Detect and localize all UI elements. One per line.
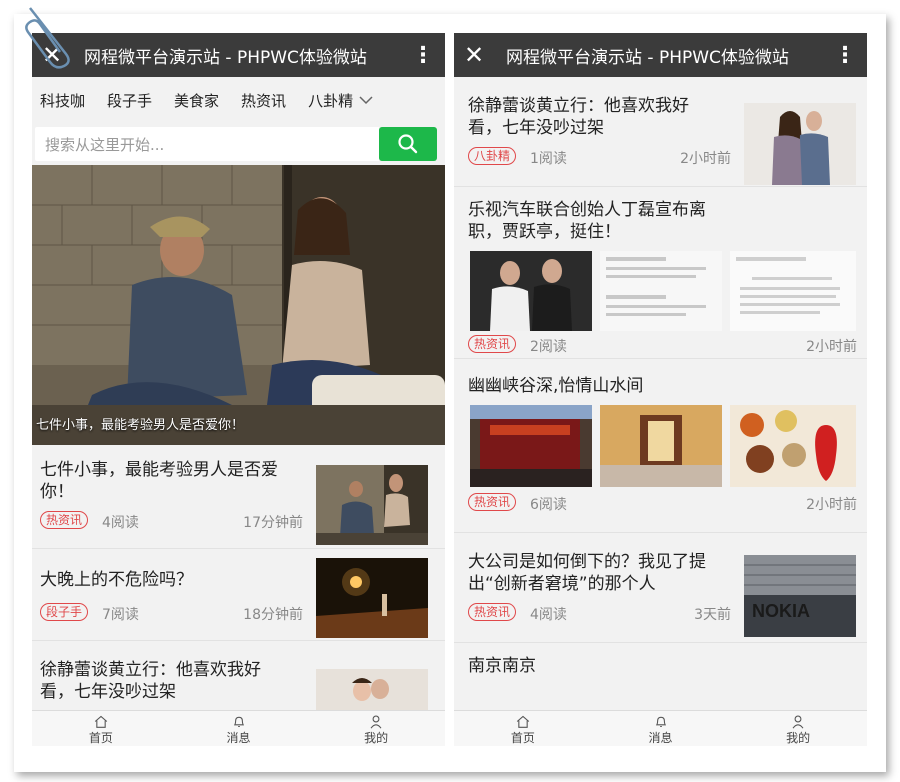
page-title: 网程微平台演示站 - PHPWC体验微站 <box>84 47 367 68</box>
item-title: 大公司是如何倒下的？我见了提出“创新者窘境”的那个人 <box>468 552 706 594</box>
item-reads: 4阅读 <box>102 515 139 531</box>
tab-label: 消息 <box>648 731 673 745</box>
item-thumbnail <box>730 251 856 331</box>
search-icon <box>398 134 418 154</box>
list-item[interactable]: 大公司是如何倒下的？我见了提出“创新者窘境”的那个人 热资讯 4阅读 3天前 N… <box>454 533 867 643</box>
bell-icon <box>233 716 244 728</box>
search-row: 搜索从这里开始... <box>32 123 445 165</box>
more-icon[interactable]: ⋮ <box>409 33 437 77</box>
chevron-down-icon[interactable] <box>359 93 373 107</box>
item-reads: 2阅读 <box>530 339 567 355</box>
item-reads: 4阅读 <box>530 607 567 623</box>
tab-mine[interactable]: 我的 <box>729 711 867 746</box>
item-tag[interactable]: 热资讯 <box>468 603 517 621</box>
category-hot-news[interactable]: 热资讯 <box>241 90 286 111</box>
item-time: 2小时前 <box>680 151 731 167</box>
tab-home[interactable]: 首页 <box>32 711 170 746</box>
item-thumbnail <box>316 465 428 545</box>
item-title: 幽幽峡谷深,怡情山水间 <box>468 376 644 396</box>
home-icon <box>516 715 530 728</box>
list-item[interactable]: 七件小事，最能考验男人是否爱你！ 热资讯 4阅读 17分钟前 <box>32 445 445 549</box>
item-thumbnail <box>470 251 592 331</box>
category-gossip[interactable]: 八卦精 <box>308 90 353 111</box>
search-input[interactable]: 搜索从这里开始... <box>35 127 379 161</box>
item-thumbnail <box>744 103 856 185</box>
item-tag[interactable]: 热资讯 <box>468 335 517 353</box>
more-icon[interactable]: ⋮ <box>831 33 859 77</box>
bottom-tab-bar: 首页 消息 我的 <box>32 710 445 746</box>
category-food[interactable]: 美食家 <box>174 90 219 111</box>
hero-banner[interactable]: 七件小事，最能考验男人是否爱你！ <box>32 165 445 445</box>
home-icon <box>94 715 108 728</box>
item-time: 2小时前 <box>806 497 857 513</box>
list-item[interactable]: 徐静蕾谈黄立行：他喜欢我好看，七年没吵过架 <box>32 641 445 711</box>
item-reads: 6阅读 <box>530 497 567 513</box>
category-jokes[interactable]: 段子手 <box>107 90 152 111</box>
item-thumbnail <box>316 558 428 638</box>
item-title: 徐静蕾谈黄立行：他喜欢我好看，七年没吵过架 <box>468 96 689 138</box>
hero-image <box>32 165 445 445</box>
item-title: 南京南京 <box>468 656 536 676</box>
paperclip-decoration <box>25 7 70 69</box>
item-tag[interactable]: 八卦精 <box>468 147 517 165</box>
hero-caption: 七件小事，最能考验男人是否爱你！ <box>36 418 245 433</box>
item-thumbnail: NOKIA <box>744 555 856 637</box>
tab-messages[interactable]: 消息 <box>170 711 308 746</box>
item-tag[interactable]: 段子手 <box>40 603 89 621</box>
category-tech[interactable]: 科技咖 <box>40 90 85 111</box>
tab-label: 我的 <box>786 731 811 745</box>
tab-label: 首页 <box>510 731 535 745</box>
item-time: 18分钟前 <box>243 607 303 623</box>
item-thumbnail <box>470 405 592 487</box>
list-item[interactable]: 乐视汽车联合创始人丁磊宣布离职，贾跃亭，挺住！ 热资讯 2阅读 2小时前 <box>454 187 867 359</box>
bell-icon <box>655 716 666 728</box>
search-button[interactable] <box>379 127 437 161</box>
title-bar: ✕ 网程微平台演示站 - PHPWC体验微站 ⋮ <box>32 33 445 77</box>
item-thumbnail <box>600 405 722 487</box>
tab-mine[interactable]: 我的 <box>307 711 445 746</box>
item-title: 徐静蕾谈黄立行：他喜欢我好看，七年没吵过架 <box>40 660 261 702</box>
item-time: 2小时前 <box>806 339 857 355</box>
list-item[interactable]: 幽幽峡谷深,怡情山水间 热资讯 6阅读 2小时前 <box>454 359 867 533</box>
item-thumbnail <box>730 405 856 487</box>
list-item[interactable]: 大晚上的不危险吗？ 段子手 7阅读 18分钟前 <box>32 549 445 641</box>
right-phone-screen: ✕ 网程微平台演示站 - PHPWC体验微站 ⋮ 徐静蕾谈黄立行：他喜欢我好看，… <box>454 33 867 746</box>
item-thumbnail <box>316 669 428 711</box>
item-title: 大晚上的不危险吗？ <box>40 570 193 590</box>
item-tag[interactable]: 热资讯 <box>40 511 89 529</box>
list-item[interactable]: 南京南京 <box>454 643 867 703</box>
item-time: 3天前 <box>694 607 731 623</box>
tab-label: 消息 <box>226 731 251 745</box>
item-thumbnail <box>600 251 722 331</box>
tab-label: 首页 <box>88 731 113 745</box>
bottom-tab-bar: 首页 消息 我的 <box>454 710 867 746</box>
tab-home[interactable]: 首页 <box>454 711 592 746</box>
page-title: 网程微平台演示站 - PHPWC体验微站 <box>506 47 789 68</box>
left-phone-screen: ✕ 网程微平台演示站 - PHPWC体验微站 ⋮ 科技咖 段子手 美食家 热资讯… <box>32 33 445 746</box>
item-tag[interactable]: 热资讯 <box>468 493 517 511</box>
tab-label: 我的 <box>364 731 389 745</box>
item-reads: 7阅读 <box>102 607 139 623</box>
item-title: 乐视汽车联合创始人丁磊宣布离职，贾跃亭，挺住！ <box>468 200 706 242</box>
svg-text:NOKIA: NOKIA <box>752 601 810 621</box>
item-reads: 1阅读 <box>530 151 567 167</box>
item-title: 七件小事，最能考验男人是否爱你！ <box>40 460 278 502</box>
user-icon <box>792 715 804 729</box>
user-icon <box>370 715 382 729</box>
close-icon[interactable]: ✕ <box>456 33 492 77</box>
item-time: 17分钟前 <box>243 515 303 531</box>
title-bar: ✕ 网程微平台演示站 - PHPWC体验微站 ⋮ <box>454 33 867 77</box>
tab-messages[interactable]: 消息 <box>592 711 730 746</box>
list-item[interactable]: 徐静蕾谈黄立行：他喜欢我好看，七年没吵过架 八卦精 1阅读 2小时前 <box>454 77 867 187</box>
category-nav: 科技咖 段子手 美食家 热资讯 八卦精 <box>32 77 445 123</box>
